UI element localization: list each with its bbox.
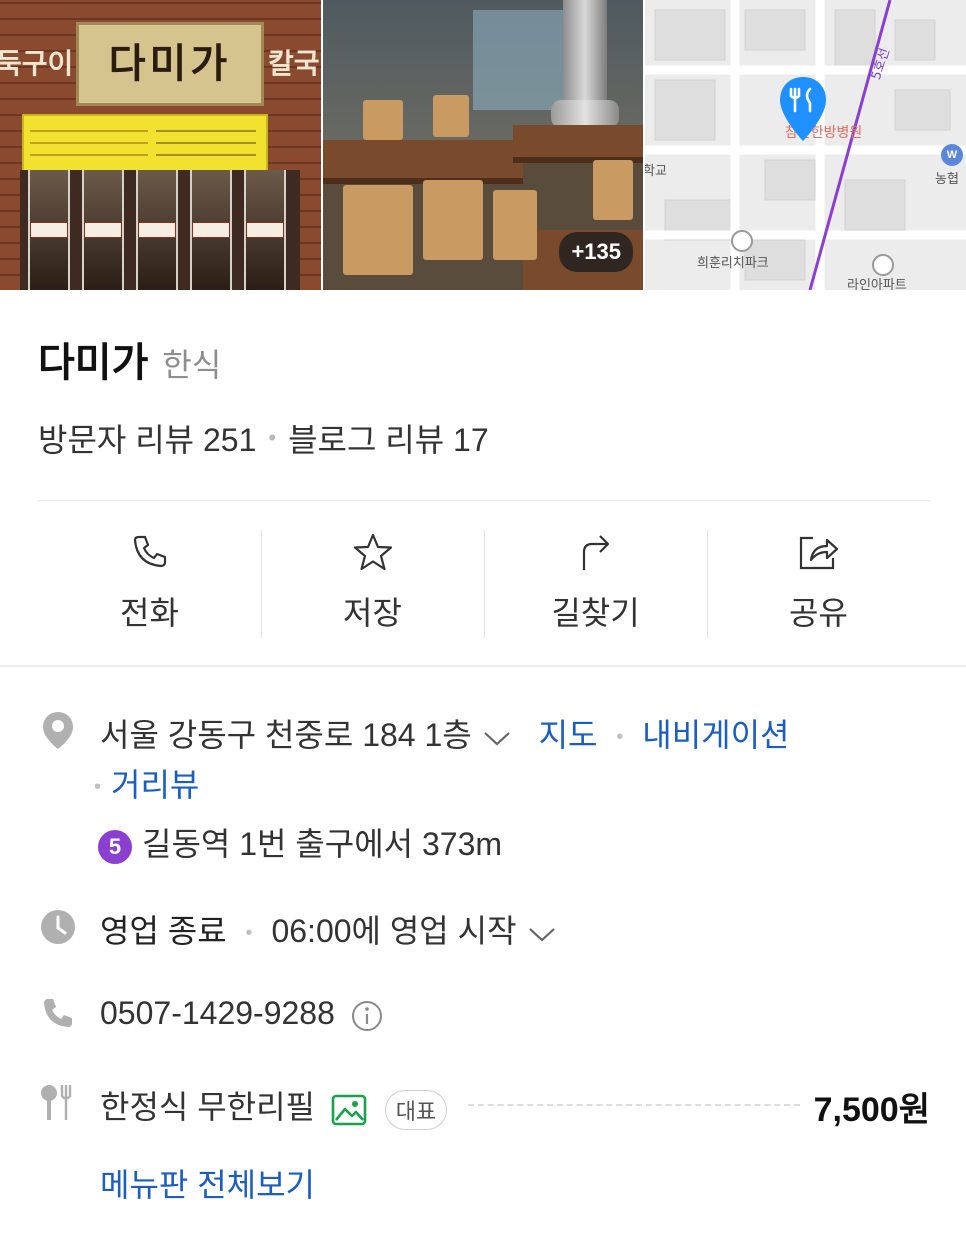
interior-photo[interactable]: +135 [323, 0, 643, 290]
separator-dot: • [616, 726, 624, 749]
separator-dot: • [94, 776, 102, 799]
phone-row: 0507-1429-9288 [100, 995, 384, 1033]
clock-icon [38, 908, 78, 946]
save-button[interactable]: 저장 [261, 530, 484, 638]
address-text: 서울 강동구 천중로 184 1층 [100, 717, 472, 753]
window-tag [192, 222, 230, 238]
place-title-row: 다미가 한식 [38, 330, 221, 388]
separator-dot: • [245, 922, 253, 945]
sign-left-text: 둑구이 [0, 47, 74, 80]
directions-button[interactable]: 길찾기 [484, 530, 707, 638]
window-tag [246, 222, 284, 238]
navigation-link[interactable]: 내비게이션 [642, 717, 789, 753]
storefront-photo[interactable]: 둑구이 다미가 칼국 [0, 0, 321, 290]
info-icon[interactable] [350, 999, 384, 1033]
menu-name[interactable]: 한정식 무한리필 [100, 1089, 315, 1125]
window-tag [138, 222, 176, 238]
chair [343, 185, 413, 275]
hours-status: 영업 종료 [100, 913, 227, 949]
hours-row[interactable]: 영업 종료 • 06:00에 영업 시작 [100, 906, 557, 952]
directions-icon [582, 535, 609, 570]
sign-right-text: 칼국 [268, 47, 320, 80]
price-leader [468, 1104, 800, 1106]
save-label: 저장 [343, 595, 402, 631]
banner-column-right [156, 120, 256, 166]
visitor-review-link[interactable]: 방문자 리뷰 251 [38, 415, 256, 461]
menu-banner [22, 114, 268, 174]
photo-strip: 둑구이 다미가 칼국 +135 학교 참손한방병원 5호선 희훈리치파크 라인아… [0, 0, 966, 290]
chair [363, 100, 403, 140]
review-summary: 방문자 리뷰 251 • 블로그 리뷰 17 [38, 415, 489, 461]
photo-icon[interactable] [330, 1091, 368, 1129]
divider [38, 500, 930, 501]
map-link[interactable]: 지도 [539, 717, 598, 753]
restaurant-pin-icon [780, 77, 826, 141]
shop-sign: 다미가 [76, 22, 264, 106]
action-bar: 전화 저장 길찾기 공유 [38, 530, 930, 638]
map-label-park: 희훈리치파크 [697, 256, 769, 271]
exhaust-hood [551, 100, 619, 128]
map-label-bank: 농협 [935, 172, 959, 187]
bank-poi-icon: W [941, 144, 963, 166]
map-label-school: 학교 [645, 164, 667, 179]
share-button[interactable]: 공유 [707, 530, 930, 638]
chevron-down-icon[interactable] [482, 728, 512, 748]
section-divider [0, 665, 966, 667]
photo-count-badge[interactable]: +135 [559, 232, 633, 272]
call-label: 전화 [120, 595, 179, 631]
separator-dot: • [268, 425, 277, 450]
map-label-apartment: 라인아파트 [847, 278, 907, 290]
full-menu-link[interactable]: 메뉴판 전체보기 [100, 1160, 315, 1206]
chevron-down-icon[interactable] [527, 924, 557, 944]
map-streets [645, 0, 966, 290]
window-tag [84, 222, 122, 238]
subway-text: 길동역 1번 출구에서 373m [142, 826, 503, 862]
utensils-icon [38, 1082, 78, 1122]
call-button[interactable]: 전화 [38, 530, 261, 638]
subway-info: 5 길동역 1번 출구에서 373m [98, 819, 502, 865]
signature-badge: 대표 [384, 1089, 448, 1130]
star-icon [353, 533, 392, 571]
directions-label: 길찾기 [551, 595, 640, 631]
dining-table [323, 140, 523, 184]
place-category: 한식 [162, 347, 222, 383]
dining-table [513, 125, 643, 163]
shop-front [20, 170, 300, 290]
menu-price: 7,500원 [813, 1091, 930, 1129]
chair [423, 180, 483, 260]
chair [493, 190, 537, 260]
map-thumbnail[interactable]: 학교 참손한방병원 5호선 희훈리치파크 라인아파트 W 농협 [645, 0, 966, 290]
window-tag [30, 222, 68, 238]
street-view-link[interactable]: 거리뷰 [111, 767, 199, 803]
subway-line-badge: 5 [98, 829, 132, 864]
park-poi-icon [731, 230, 753, 252]
apartment-poi-icon [872, 254, 894, 276]
banner-column-left [30, 120, 148, 166]
hours-next: 06:00에 영업 시작 [271, 913, 517, 949]
phone-row-icon [38, 996, 78, 1032]
place-name: 다미가 [38, 341, 149, 385]
location-icon [38, 710, 78, 750]
share-label: 공유 [789, 595, 848, 631]
menu-row: 한정식 무한리필 대표 [100, 1082, 448, 1130]
blog-review-link[interactable]: 블로그 리뷰 17 [288, 415, 489, 461]
phone-icon [133, 535, 166, 568]
address-line-2: • 거리뷰 [94, 760, 199, 806]
chair [433, 95, 469, 137]
chair [593, 160, 633, 220]
phone-number[interactable]: 0507-1429-9288 [100, 995, 335, 1031]
address-line: 서울 강동구 천중로 184 1층 지도 • 내비게이션 [100, 710, 790, 756]
share-icon [799, 536, 838, 570]
